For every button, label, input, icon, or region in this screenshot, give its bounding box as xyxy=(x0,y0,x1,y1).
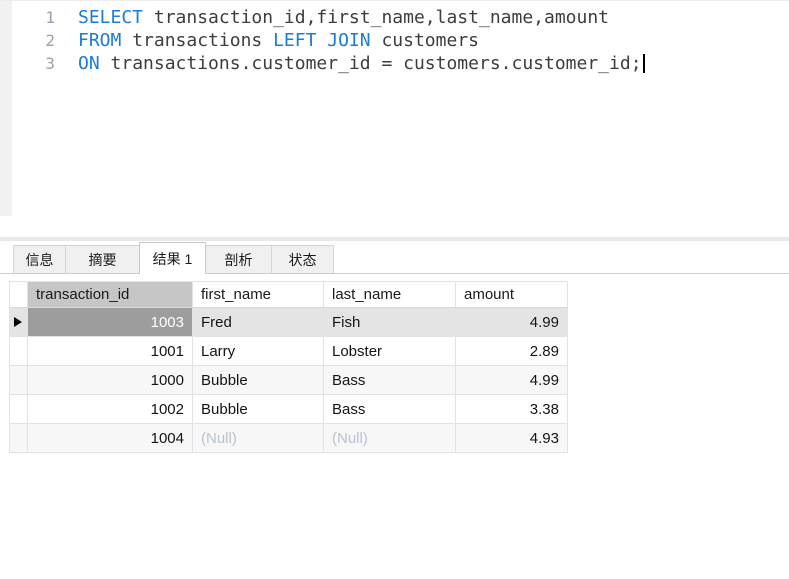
cell[interactable]: (Null) xyxy=(324,424,456,453)
code-lines: 1 SELECT transaction_id,first_name,last_n… xyxy=(0,6,789,75)
code-text: ON transactions.customer_id = customers.… xyxy=(78,52,645,75)
table-row: 1004(Null)(Null)4.93 xyxy=(10,424,568,453)
cell[interactable]: 1002 xyxy=(28,395,193,424)
code-text: FROM transactions LEFT JOIN customers xyxy=(78,29,479,52)
cell[interactable]: Bass xyxy=(324,395,456,424)
cell[interactable]: 1004 xyxy=(28,424,193,453)
row-selector[interactable] xyxy=(10,366,28,395)
column-header-last-name[interactable]: last_name xyxy=(324,282,456,308)
cell[interactable]: (Null) xyxy=(193,424,324,453)
line-number: 1 xyxy=(0,6,55,29)
sql-editor[interactable]: 1 SELECT transaction_id,first_name,last_n… xyxy=(0,0,789,237)
code-line: 2 FROM transactions LEFT JOIN customers xyxy=(0,29,789,52)
column-header-amount[interactable]: amount xyxy=(456,282,568,308)
tab-info[interactable]: 信息 xyxy=(13,245,66,273)
cell[interactable]: 4.99 xyxy=(456,308,568,337)
cell[interactable]: 1003 xyxy=(28,308,193,337)
line-number: 2 xyxy=(0,29,55,52)
row-selector[interactable] xyxy=(10,337,28,366)
cell[interactable]: 3.38 xyxy=(456,395,568,424)
cell[interactable]: Larry xyxy=(193,337,324,366)
cell[interactable]: 1000 xyxy=(28,366,193,395)
tab-bar: 信息摘要结果 1剖析状态 xyxy=(0,241,789,274)
cell[interactable]: Fish xyxy=(324,308,456,337)
tab-summary[interactable]: 摘要 xyxy=(65,245,140,273)
cell[interactable]: Bubble xyxy=(193,395,324,424)
row-selector[interactable] xyxy=(10,308,28,337)
table-row: 1001LarryLobster2.89 xyxy=(10,337,568,366)
text-caret xyxy=(643,54,645,73)
code-text: SELECT transaction_id,first_name,last_na… xyxy=(78,6,609,29)
cell[interactable]: Bubble xyxy=(193,366,324,395)
cell[interactable]: 2.89 xyxy=(456,337,568,366)
column-header-transaction-id[interactable]: transaction_id xyxy=(28,282,193,308)
grid-body: 1003FredFish4.991001LarryLobster2.891000… xyxy=(10,308,568,453)
table-row: 1000BubbleBass4.99 xyxy=(10,366,568,395)
cell[interactable]: 4.99 xyxy=(456,366,568,395)
grid-corner-cell[interactable] xyxy=(10,282,28,308)
result-grid: transaction_idfirst_namelast_nameamount … xyxy=(9,281,568,453)
code-line: 3 ON transactions.customer_id = customers… xyxy=(0,52,789,75)
tab-status[interactable]: 状态 xyxy=(271,245,334,273)
cell[interactable]: Fred xyxy=(193,308,324,337)
table-row: 1002BubbleBass3.38 xyxy=(10,395,568,424)
column-header-first-name[interactable]: first_name xyxy=(193,282,324,308)
cell[interactable]: Lobster xyxy=(324,337,456,366)
code-line: 1 SELECT transaction_id,first_name,last_n… xyxy=(0,6,789,29)
cell[interactable]: 1001 xyxy=(28,337,193,366)
row-selector[interactable] xyxy=(10,395,28,424)
table-row: 1003FredFish4.99 xyxy=(10,308,568,337)
current-row-arrow-icon xyxy=(14,317,22,327)
cell[interactable]: Bass xyxy=(324,366,456,395)
line-number: 3 xyxy=(0,52,55,75)
tab-profile[interactable]: 剖析 xyxy=(205,245,272,273)
cell[interactable]: 4.93 xyxy=(456,424,568,453)
row-selector[interactable] xyxy=(10,424,28,453)
grid-header: transaction_idfirst_namelast_nameamount xyxy=(10,282,568,308)
tab-result-1[interactable]: 结果 1 xyxy=(139,242,206,274)
